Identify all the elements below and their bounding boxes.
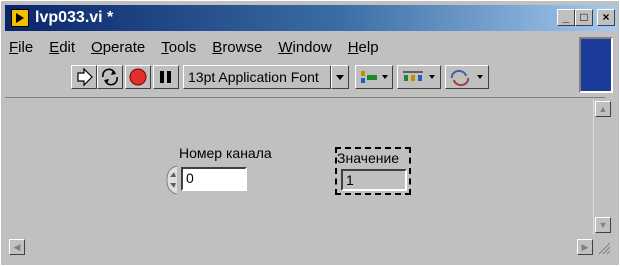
font-select[interactable]: 13pt Application Font [183, 65, 331, 89]
spin-arrows-icon [166, 165, 178, 195]
menu-window[interactable]: Window [278, 39, 331, 59]
align-objects-button[interactable] [355, 65, 393, 89]
menu-edit[interactable]: Edit [49, 39, 75, 59]
run-button[interactable] [71, 65, 97, 89]
maximize-button[interactable]: □ [575, 9, 593, 26]
scroll-up-button[interactable]: ▲ [595, 101, 611, 117]
vi-window: lvp033.vi * _ □ × File Edit Operate Tool… [0, 0, 620, 266]
indicator-label: Значение [337, 150, 400, 166]
distribute-objects-icon [403, 71, 435, 81]
pause-button[interactable] [153, 65, 179, 89]
font-dropdown-button[interactable] [331, 65, 349, 89]
run-continuously-icon [102, 68, 118, 86]
distribute-objects-button[interactable] [397, 65, 441, 89]
menu-operate[interactable]: Operate [91, 39, 145, 59]
menu-tools[interactable]: Tools [161, 39, 196, 59]
menu-browse[interactable]: Browse [212, 39, 262, 59]
horizontal-scrollbar[interactable]: ◀ ▶ [9, 237, 593, 257]
value-indicator: 1 [341, 169, 407, 191]
front-panel: Номер канала 0 Значение 1 [5, 99, 593, 233]
scroll-right-button[interactable]: ▶ [577, 239, 593, 255]
abort-icon [129, 68, 147, 86]
run-arrow-icon [77, 67, 93, 87]
resize-grip-icon [598, 242, 611, 255]
scroll-left-button[interactable]: ◀ [9, 239, 25, 255]
control-label: Номер канала [179, 145, 272, 161]
menu-help[interactable]: Help [348, 39, 379, 59]
vi-icon-pane [579, 37, 613, 93]
vertical-scrollbar[interactable]: ▲ ▼ [593, 99, 612, 235]
resize-grip[interactable] [595, 239, 611, 255]
abort-button[interactable] [125, 65, 151, 89]
title-bar[interactable]: lvp033.vi * _ □ × [5, 5, 617, 31]
scroll-down-button[interactable]: ▼ [595, 217, 611, 233]
pause-icon [160, 71, 171, 83]
labview-vi-icon [11, 9, 29, 27]
reorder-button[interactable] [445, 65, 489, 89]
align-objects-icon [361, 71, 388, 83]
menu-bar: File Edit Operate Tools Browse Window He… [9, 39, 379, 59]
channel-number-control[interactable]: 0 [181, 167, 247, 191]
minimize-button[interactable]: _ [557, 9, 575, 26]
run-continuously-button[interactable] [97, 65, 123, 89]
increment-decrement-arrows[interactable] [163, 165, 183, 195]
chevron-down-icon [336, 75, 344, 80]
menu-file[interactable]: File [9, 39, 33, 59]
close-button[interactable]: × [597, 9, 615, 26]
reorder-icon [450, 69, 483, 87]
window-title: lvp033.vi * [35, 9, 114, 26]
